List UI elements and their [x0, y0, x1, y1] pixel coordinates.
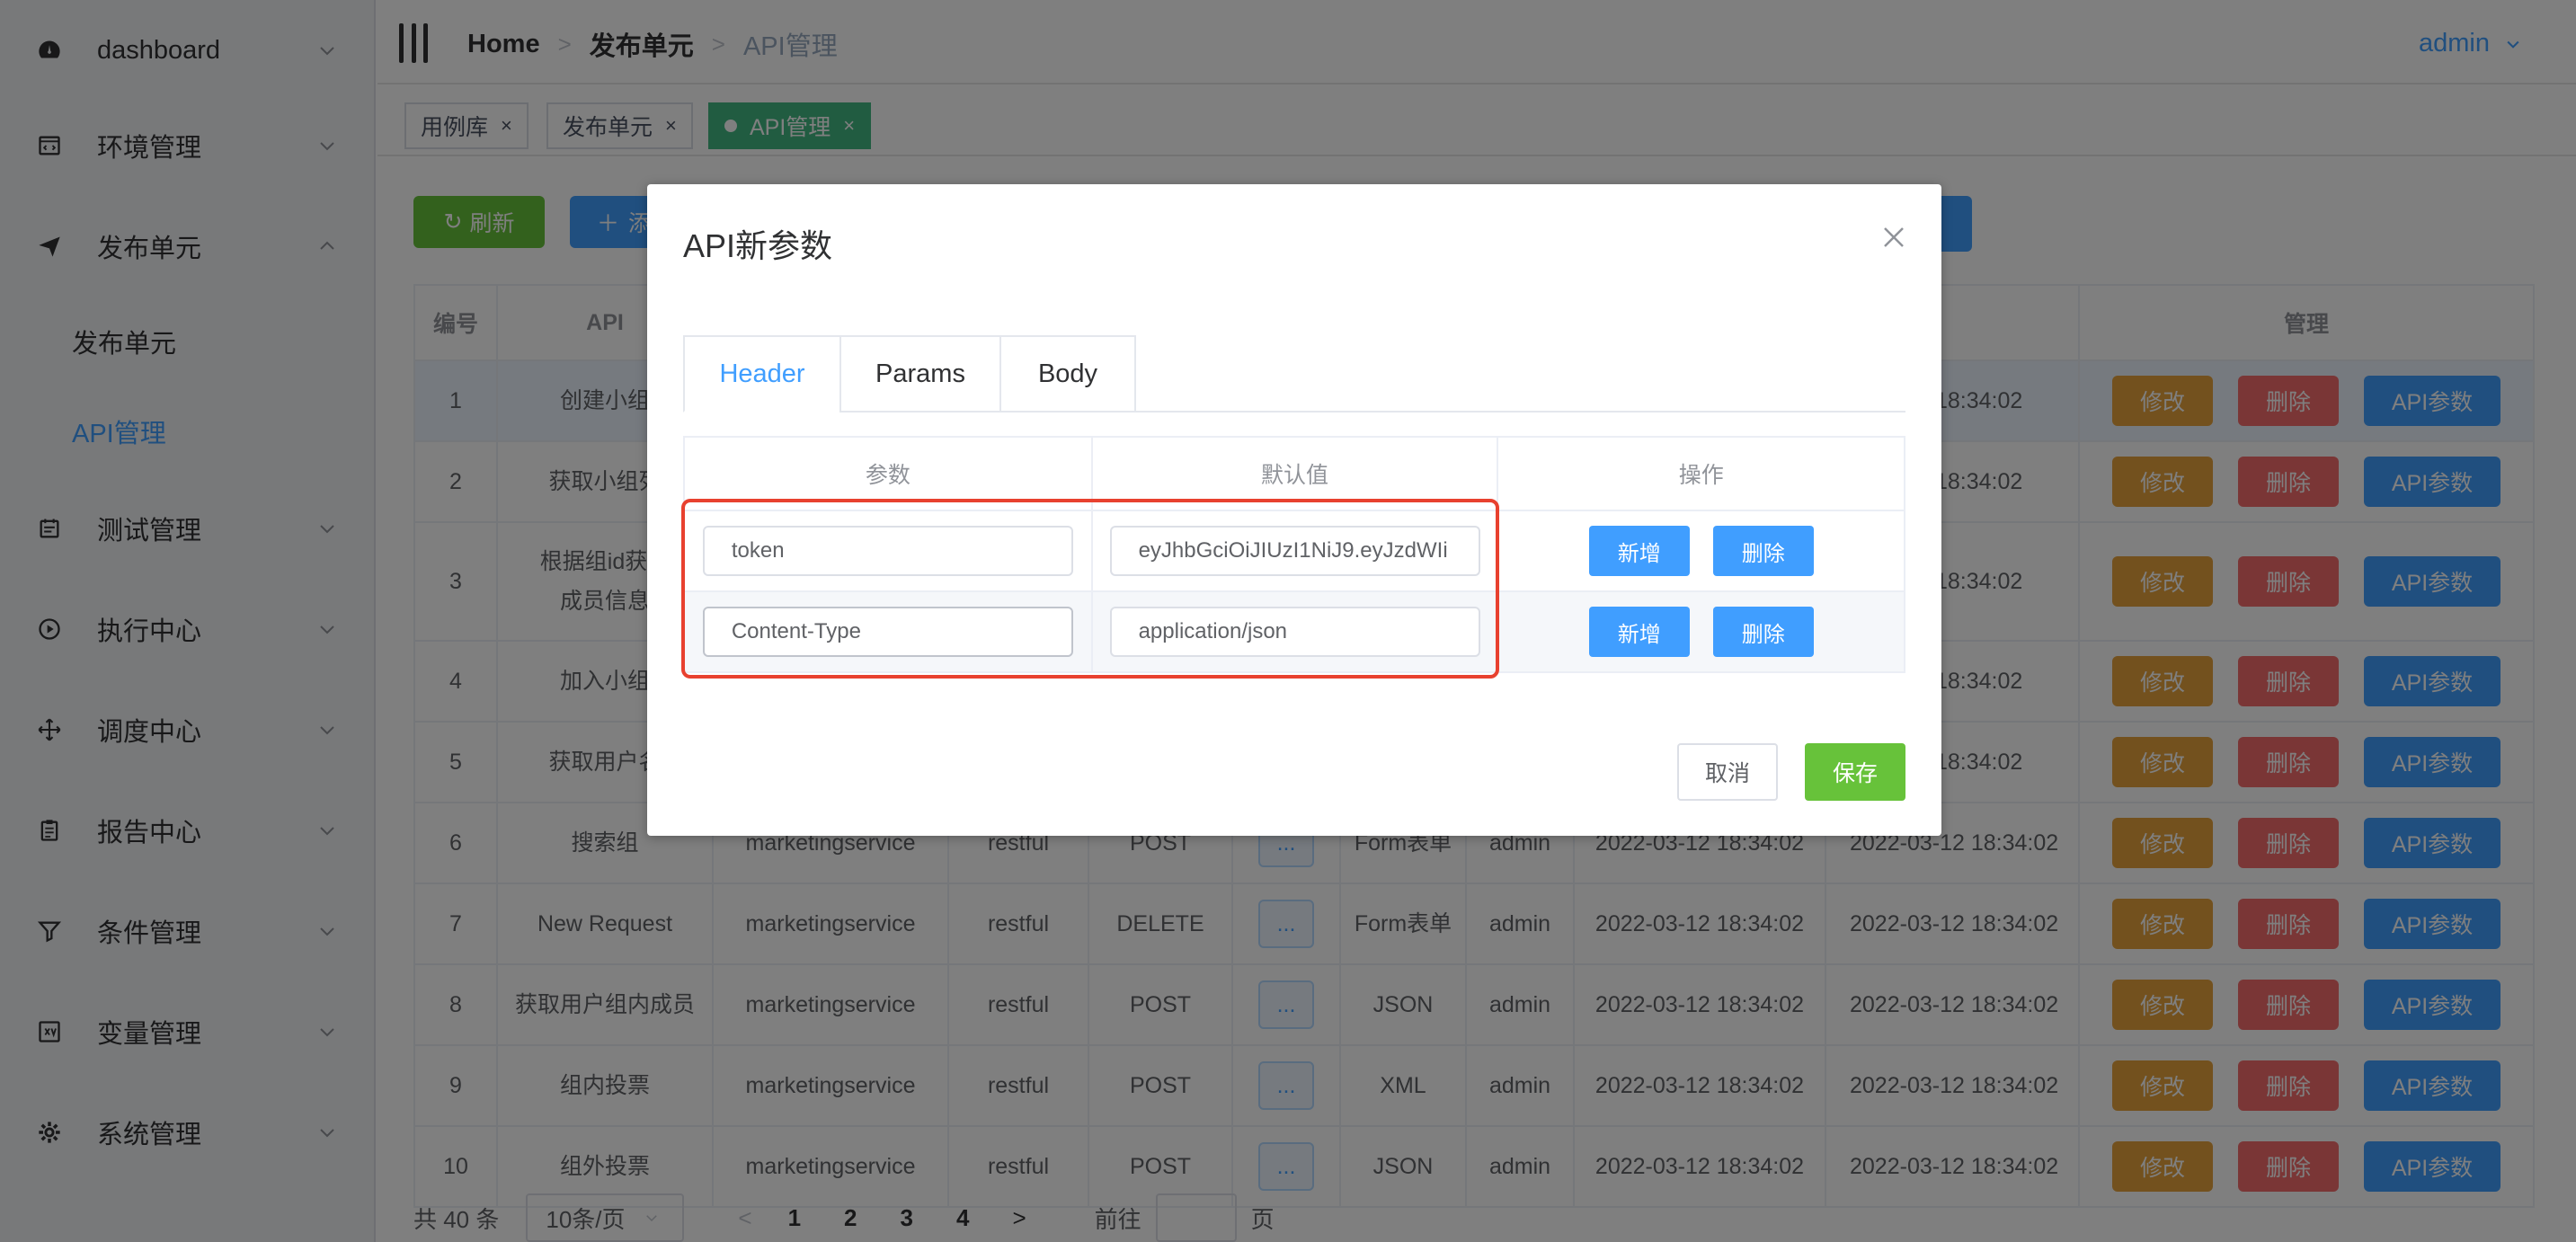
param-cell [683, 510, 1093, 592]
param-name-input[interactable] [702, 607, 1073, 657]
default-value-input[interactable] [1109, 526, 1480, 576]
dialog-tabs: Header Params Body [683, 335, 1905, 413]
api-param-dialog: API新参数 Header Params Body 参数 默认值 操作 新增 删… [647, 184, 1941, 836]
delete-row-button[interactable]: 删除 [1712, 526, 1814, 576]
add-row-button[interactable]: 新增 [1588, 607, 1690, 657]
param-name-input[interactable] [702, 526, 1073, 576]
param-cell [683, 590, 1093, 673]
table-header: 参数 默认值 操作 [683, 436, 1905, 511]
close-icon[interactable] [1880, 224, 1907, 251]
tab-params[interactable]: Params [839, 335, 1001, 413]
column-header: 默认值 [1090, 436, 1499, 511]
column-header: 操作 [1497, 436, 1905, 511]
tab-header[interactable]: Header [683, 335, 841, 413]
default-cell [1090, 590, 1499, 673]
cancel-button[interactable]: 取消 [1677, 743, 1778, 801]
header-param-table: 参数 默认值 操作 新增 删除 [683, 436, 1905, 673]
tab-body[interactable]: Body [999, 335, 1136, 413]
action-cell: 新增 删除 [1497, 510, 1905, 592]
action-cell: 新增 删除 [1497, 590, 1905, 673]
save-button[interactable]: 保存 [1805, 743, 1905, 801]
default-value-input[interactable] [1109, 607, 1480, 657]
column-header: 参数 [683, 436, 1093, 511]
table-row: 新增 删除 [683, 590, 1905, 673]
delete-row-button[interactable]: 删除 [1712, 607, 1814, 657]
dialog-title: API新参数 [683, 227, 833, 264]
default-cell [1090, 510, 1499, 592]
add-row-button[interactable]: 新增 [1588, 526, 1690, 576]
table-row: 新增 删除 [683, 510, 1905, 592]
